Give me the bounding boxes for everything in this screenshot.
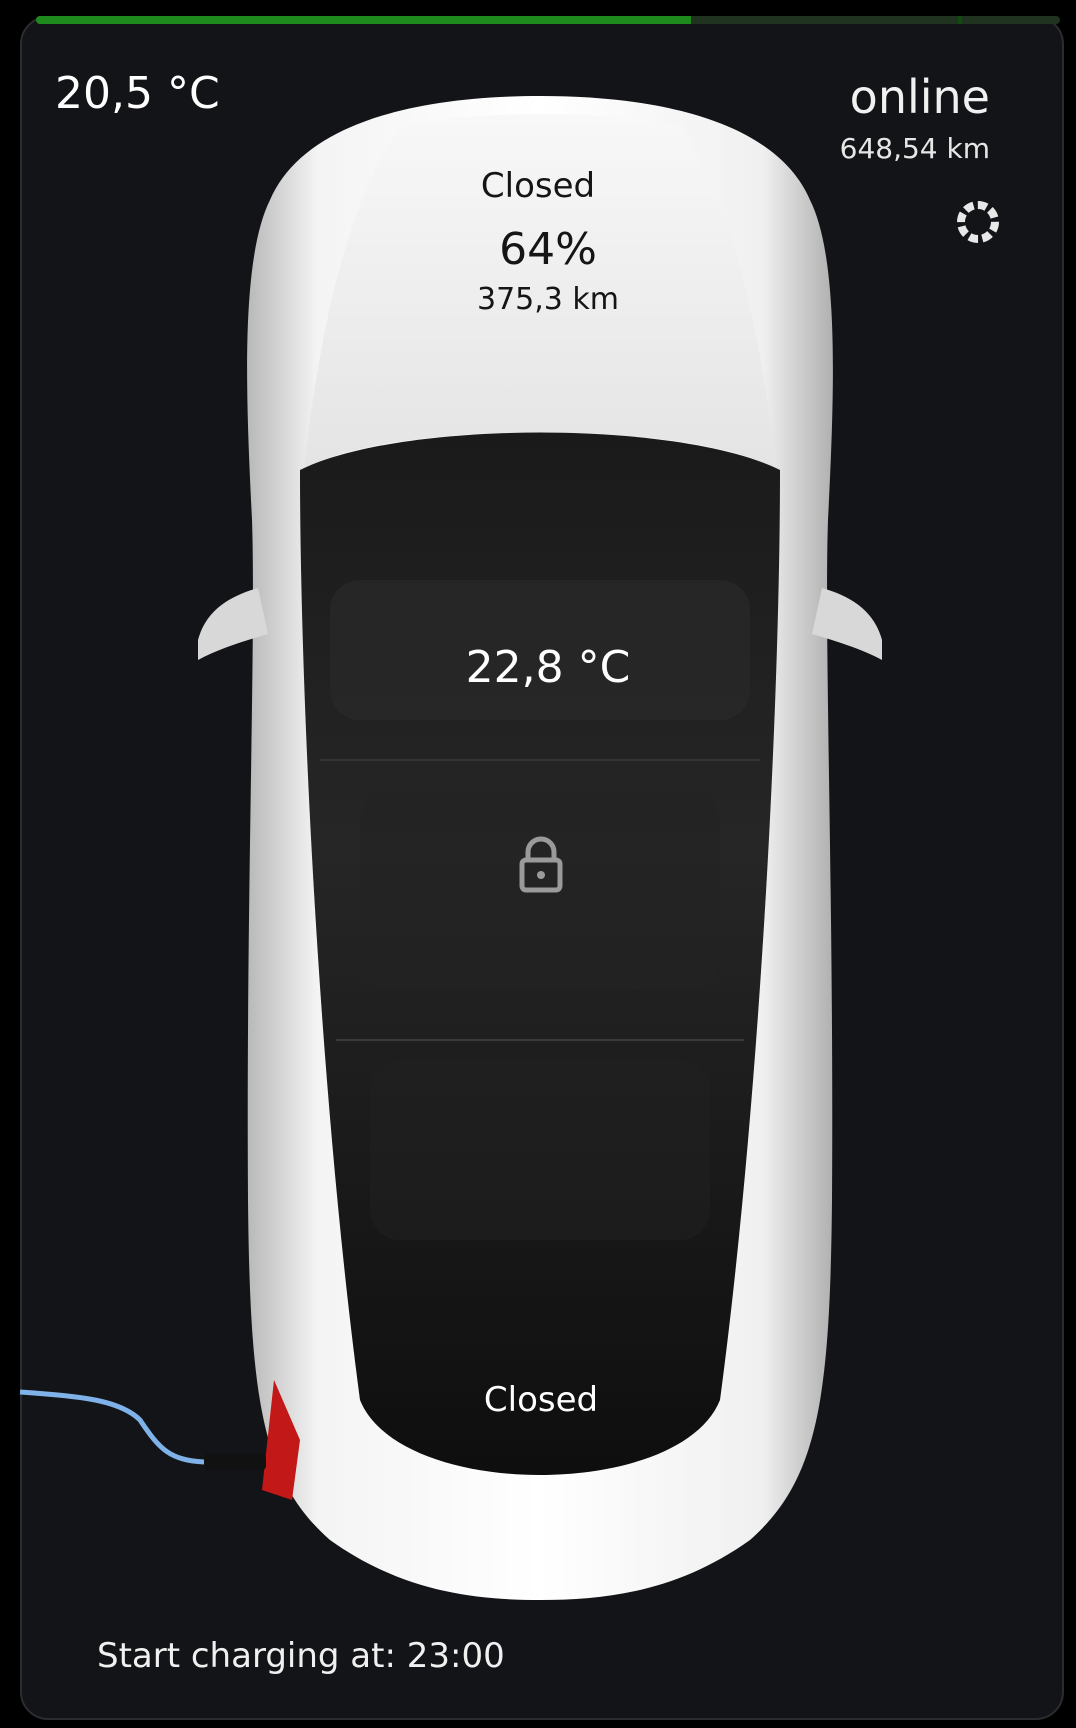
- connection-status: online: [849, 70, 990, 124]
- frunk-status[interactable]: Closed: [0, 166, 1076, 206]
- charge-schedule: Start charging at: 23:00: [97, 1636, 505, 1676]
- estimated-range: 375,3 km: [476, 282, 620, 317]
- inside-temperature[interactable]: 22,8 °C: [0, 642, 1076, 693]
- lock-closed-icon[interactable]: [518, 836, 564, 894]
- odometer: 648,54 km: [839, 132, 990, 165]
- outside-temperature: 20,5 °C: [55, 68, 220, 119]
- trunk-status[interactable]: Closed: [0, 1380, 1076, 1420]
- battery-level-label: 64%: [499, 224, 597, 275]
